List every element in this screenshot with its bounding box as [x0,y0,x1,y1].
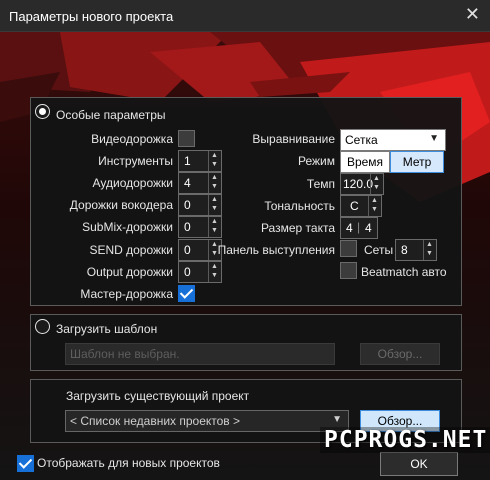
vocoder-tracks-label: Дорожки вокодера [69,198,173,212]
key-value: C [350,199,359,213]
stepper-arrows[interactable]: ▲ ▼ [368,196,381,216]
instruments-label: Инструменты [98,154,173,168]
beatmatch-checkbox[interactable] [340,262,357,279]
template-placeholder: Шаблон не выбран. [70,347,180,361]
sets-value: 8 [401,243,408,257]
tempo-label: Темп [306,177,335,191]
audio-tracks-label: Аудиодорожки [92,176,173,190]
align-label: Выравнивание [252,132,335,146]
mode-meter-button[interactable]: Метр [390,151,444,173]
submix-tracks-value: 0 [184,220,191,234]
title-bar: Параметры нового проекта ✕ [0,0,490,32]
special-params-label: Особые параметры [56,108,166,122]
window-title: Параметры нового проекта [9,9,174,24]
recent-projects-value: < Список недавних проектов > [70,414,241,428]
video-track-label: Видеодорожка [91,132,173,146]
sets-label: Сеты [364,243,394,257]
template-label: Загрузить шаблон [56,322,158,336]
meter-field[interactable]: 4 | 4 [340,217,378,239]
show-for-new-checkbox[interactable] [17,455,34,472]
master-track-checkbox[interactable] [178,285,195,302]
sets-stepper[interactable]: 8 ▲ ▼ [395,239,437,261]
special-params-radio[interactable] [35,104,50,119]
existing-project-label: Загрузить существующий проект [66,389,250,403]
align-value: Сетка [345,133,378,147]
beatmatch-label: Beatmatch авто [361,265,447,279]
template-radio[interactable] [35,319,50,334]
meter-denominator: 4 [365,221,372,235]
vocoder-tracks-value: 0 [184,198,191,212]
submix-tracks-label: SubMix-дорожки [82,220,173,234]
master-track-label: Мастер-дорожка [80,287,173,301]
audio-tracks-value: 4 [184,176,191,190]
mode-label: Режим [298,154,335,168]
chevron-down-icon: ▼ [429,133,439,144]
tempo-value: 120.0 [343,177,374,191]
key-label: Тональность [264,199,335,213]
output-tracks-stepper[interactable]: 0 ▲ ▼ [178,261,222,283]
send-tracks-value: 0 [184,243,191,257]
stepper-arrows[interactable]: ▲ ▼ [208,262,221,282]
recent-projects-select[interactable]: < Список недавних проектов > ▼ [65,410,349,432]
chevron-down-icon: ▼ [332,414,342,425]
output-tracks-label: Output дорожки [86,265,173,279]
output-tracks-value: 0 [184,265,191,279]
meter-separator: | [357,220,361,234]
stepper-arrows[interactable]: ▲ ▼ [370,174,383,194]
align-select[interactable]: Сетка ▼ [340,129,446,151]
template-browse-button[interactable]: Обзор... [360,343,440,365]
tempo-stepper[interactable]: 120.0 ▲ ▼ [340,173,384,195]
show-for-new-label: Отображать для новых проектов [37,456,220,470]
video-track-checkbox[interactable] [178,130,195,147]
send-tracks-label: SEND дорожки [89,243,173,257]
meter-numerator: 4 [346,221,353,235]
ok-button[interactable]: OK [380,452,458,476]
watermark-text: PCPROGS.NET [320,427,490,453]
meter-label: Размер такта [260,221,335,235]
instruments-value: 1 [184,154,191,168]
stepper-arrows[interactable]: ▲ ▼ [423,240,436,260]
key-stepper[interactable]: C ▲ ▼ [340,195,382,217]
mode-time-button[interactable]: Время [340,151,390,173]
template-path-field: Шаблон не выбран. [65,343,335,365]
performance-panel-checkbox[interactable] [340,240,357,257]
close-icon[interactable]: ✕ [465,4,480,25]
performance-panel-label: Панель выступления [217,243,335,257]
